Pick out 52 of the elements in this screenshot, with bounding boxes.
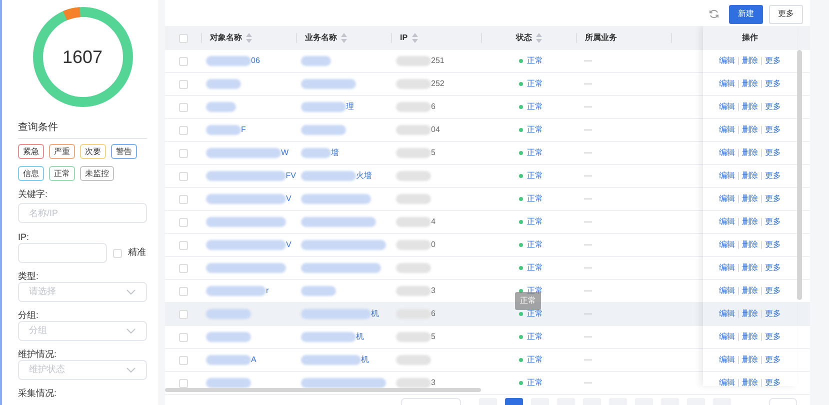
business-cell-text: — [583, 193, 592, 205]
business-cell-text: — [583, 285, 592, 297]
status-text: 正常 [527, 262, 543, 274]
status-text: 正常 [527, 124, 543, 136]
total-count: 1607 [62, 47, 103, 67]
status-text: 正常 [527, 78, 543, 90]
status-text: 正常 [527, 147, 543, 159]
ip-cell: 6 [431, 308, 436, 320]
field-label: 维护情况: [18, 349, 58, 360]
status-text: 正常 [527, 170, 543, 182]
ip-cell: 251 [431, 55, 444, 67]
status-text: 正常 [527, 55, 543, 67]
status-text: 正常 [527, 308, 543, 320]
business-cell-text: — [583, 331, 592, 343]
ip-cell: 0 [431, 239, 436, 251]
business-cell-text: — [583, 216, 592, 228]
column-header: 所属业务 [585, 32, 617, 44]
ip-cell: 5 [431, 331, 436, 343]
ip-cell: 3 [431, 377, 436, 389]
status-text: 正常 [527, 377, 543, 389]
status-text: 正常 [527, 354, 543, 366]
field-label: 类型: [18, 271, 40, 282]
status-text: 正常 [527, 331, 543, 343]
ip-cell: 5 [431, 147, 436, 159]
section-title: 查询条件 [18, 120, 147, 139]
business-cell-text: — [583, 78, 592, 90]
ip-cell: 4 [431, 216, 436, 228]
business-cell-text: — [583, 55, 592, 67]
field-label: 分组: [18, 310, 40, 321]
business-cell-text: — [583, 147, 592, 159]
ip-cell: 252 [431, 78, 444, 90]
status-text: 正常 [527, 239, 543, 251]
business-cell-text: — [583, 262, 592, 274]
business-cell-text: — [583, 308, 592, 320]
ip-cell: 6 [431, 101, 436, 113]
ip-cell: 3 [431, 285, 436, 297]
business-cell-text: — [583, 239, 592, 251]
business-cell-text: — [583, 101, 592, 113]
business-cell-text: — [583, 377, 592, 389]
field-label: IP: [18, 232, 30, 243]
ip-cell: 04 [431, 124, 440, 136]
status-text: 正常 [527, 216, 543, 228]
tooltip: 正常 [515, 292, 541, 310]
exact-label: 精准 [128, 246, 146, 260]
status-text: 正常 [527, 193, 543, 205]
business-cell-text: — [583, 354, 592, 366]
business-cell-text: — [583, 170, 592, 182]
business-cell-text: — [583, 124, 592, 136]
field-label: 关键字: [18, 189, 49, 200]
column-header: 操作 [703, 26, 797, 50]
status-text: 正常 [527, 101, 543, 113]
field-label: 采集情况: [18, 388, 58, 399]
